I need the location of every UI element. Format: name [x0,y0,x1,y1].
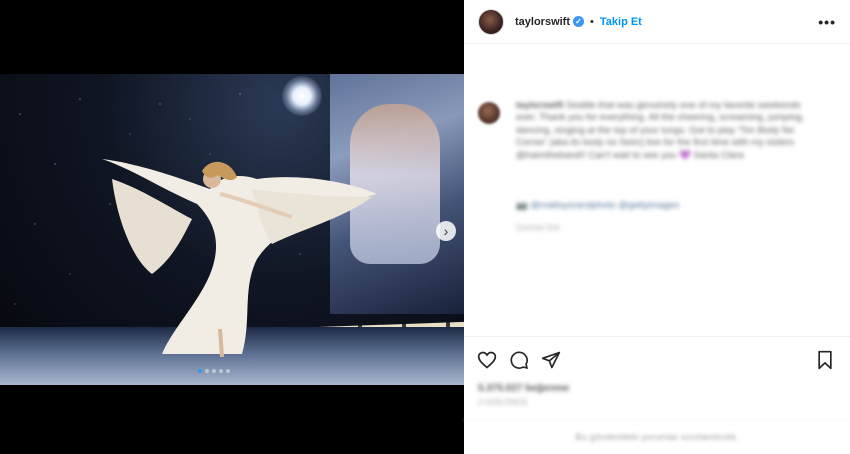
verified-badge-icon: ✓ [573,16,585,27]
carousel-dot [198,369,202,373]
follow-button[interactable]: Takip Et [600,16,642,28]
post-timestamp[interactable]: 2 GÜN ÖNCE [478,398,528,407]
carousel-dot [205,369,209,373]
spotlight [282,76,322,116]
post-header: taylorswift ✓ • Takip Et ••• [464,0,850,44]
carousel-dot [226,369,230,373]
caption-avatar[interactable] [478,102,500,124]
carousel-dot [219,369,223,373]
bookmark-icon [818,350,832,369]
post-media: › [0,0,464,454]
next-slide-button[interactable]: › [436,221,456,241]
caption-username[interactable]: taylorswift [516,100,564,111]
likes-count[interactable]: 5.375.027 beğenme [478,383,569,394]
heart-icon [477,351,497,369]
translate-link[interactable]: Çeviriyi Gör [516,222,560,232]
performer-figure [102,159,377,358]
share-button[interactable] [540,349,562,371]
post-photo[interactable]: › [0,74,464,385]
caption-area: taylorswift Seattle that was genuinely o… [464,44,850,344]
comment-icon [510,350,529,369]
action-bar [464,336,850,382]
post-caption: taylorswift Seattle that was genuinely o… [516,100,806,162]
like-button[interactable] [476,349,498,371]
carousel-indicator [198,369,230,373]
post-details-pane: taylorswift ✓ • Takip Et ••• taylorswift… [464,0,850,454]
photo-credits[interactable]: 📷 @mattsysrandphoto @gettyimages [516,200,679,211]
share-icon [541,351,561,368]
comments-limited-notice: Bu gönderideki yorumlar sınırlandırıldı. [464,420,850,454]
carousel-dot [212,369,216,373]
avatar[interactable] [478,8,504,35]
more-options-icon[interactable]: ••• [818,14,836,30]
comment-button[interactable] [508,349,530,371]
separator-dot: • [590,15,594,28]
save-button[interactable] [814,349,836,371]
username-link[interactable]: taylorswift [515,16,570,28]
